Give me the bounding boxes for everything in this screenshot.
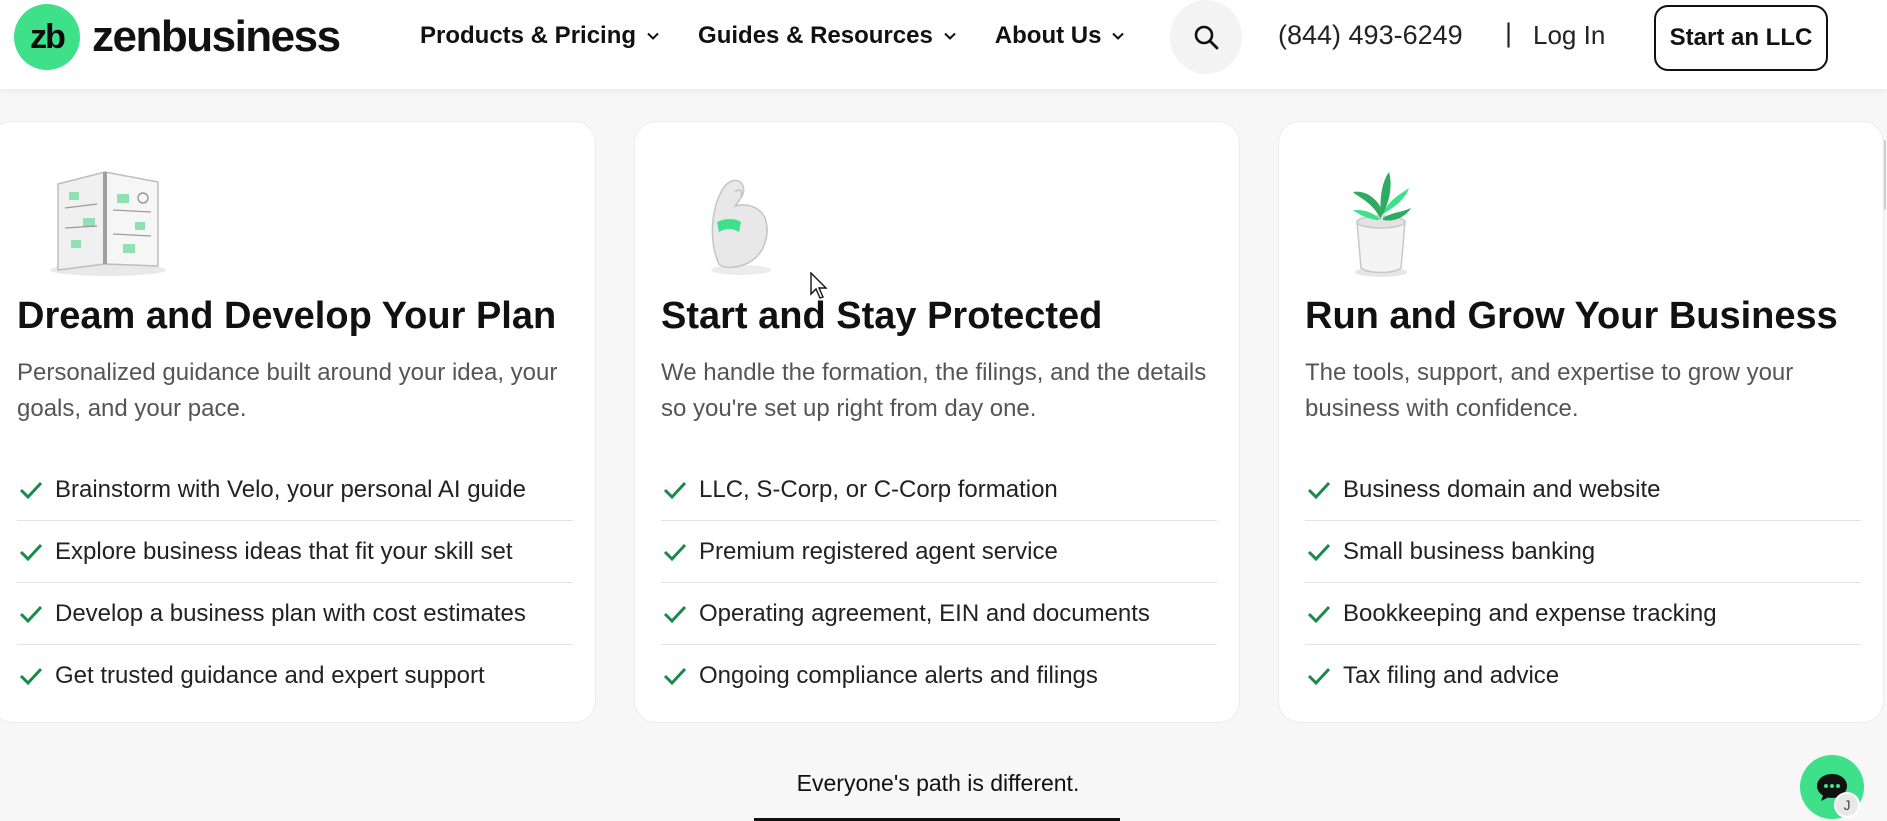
list-item: Operating agreement, EIN and documents: [661, 583, 1217, 645]
checkmark-icon: [19, 605, 43, 623]
nav-guides-resources[interactable]: Guides & Resources: [698, 22, 957, 50]
phone-link[interactable]: (844) 493-6249: [1278, 20, 1463, 51]
checkmark-icon: [663, 543, 687, 561]
list-item: Premium registered agent service: [661, 521, 1217, 583]
feature-text: Bookkeeping and expense tracking: [1343, 599, 1717, 627]
checkmark-icon: [1307, 481, 1331, 499]
feature-list: Brainstorm with Velo, your personal AI g…: [17, 459, 573, 707]
feature-text: Small business banking: [1343, 537, 1596, 565]
checkmark-icon: [1307, 667, 1331, 686]
feature-text: LLC, S-Corp, or C-Corp formation: [699, 475, 1058, 503]
chevron-down-icon: [944, 32, 956, 40]
feature-text: Tax filing and advice: [1343, 662, 1560, 689]
list-item: Ongoing compliance alerts and filings: [661, 645, 1217, 707]
chat-agent-avatar: J: [1834, 792, 1860, 818]
site-header: zb zenbusiness Products & Pricing Guides…: [0, 0, 1887, 89]
nav-label: About Us: [994, 22, 1102, 49]
start-llc-button[interactable]: Start an LLC: [1654, 5, 1828, 71]
card-description: The tools, support, and expertise to gro…: [1305, 359, 1794, 422]
checkmark-icon: [1307, 543, 1331, 561]
nav-about-us[interactable]: About Us: [995, 22, 1126, 50]
card-title: Run and Grow Your Business: [1305, 295, 1838, 337]
list-item: Develop a business plan with cost estima…: [17, 583, 573, 645]
feature-list: Business domain and website Small busine…: [1305, 459, 1861, 707]
feature-text: Explore business ideas that fit your ski…: [55, 537, 513, 565]
feature-text: Get trusted guidance and expert support: [55, 662, 485, 689]
list-item: Bookkeeping and expense tracking: [1305, 583, 1861, 645]
checkmark-icon: [19, 543, 43, 561]
card-dream-develop: Dream and Develop Your Plan Personalized…: [0, 121, 596, 723]
checkmark-icon: [19, 481, 43, 499]
feature-text: Premium registered agent service: [699, 537, 1058, 565]
nav-products-pricing[interactable]: Products & Pricing: [420, 22, 660, 50]
feature-text: Business domain and website: [1343, 475, 1661, 503]
list-item: LLC, S-Corp, or C-Corp formation: [661, 459, 1217, 521]
main-nav: Products & Pricing Guides & Resources Ab…: [420, 22, 1163, 50]
card-title: Dream and Develop Your Plan: [17, 295, 557, 337]
list-item: Explore business ideas that fit your ski…: [17, 521, 573, 583]
card-description: We handle the formation, the filings, an…: [661, 359, 1207, 422]
feature-list: LLC, S-Corp, or C-Corp formation Premium…: [661, 459, 1217, 707]
card-start-protected: Start and Stay Protected We handle the f…: [634, 121, 1240, 723]
search-icon: [1194, 25, 1219, 50]
list-item: Get trusted guidance and expert support: [17, 645, 573, 707]
nav-label: Guides & Resources: [698, 22, 933, 49]
feature-text: Ongoing compliance alerts and filings: [699, 662, 1098, 689]
feature-text: Brainstorm with Velo, your personal AI g…: [55, 475, 526, 503]
header-divider: |: [1505, 18, 1513, 48]
search-button[interactable]: [1170, 0, 1242, 74]
logo-mark: zb: [14, 4, 80, 70]
chevron-down-icon: [647, 32, 659, 40]
list-item: Tax filing and advice: [1305, 645, 1861, 707]
checkmark-icon: [663, 481, 687, 499]
list-item: Business domain and website: [1305, 459, 1861, 521]
feature-text: Operating agreement, EIN and documents: [699, 599, 1150, 627]
card-title: Start and Stay Protected: [661, 295, 1103, 337]
chevron-down-icon: [1112, 32, 1125, 40]
mouse-cursor-icon: [810, 272, 828, 299]
potted-plant-icon: [1353, 172, 1411, 277]
checkmark-icon: [663, 667, 687, 686]
flexed-arm-icon: [711, 179, 771, 275]
checkmark-icon: [1307, 605, 1331, 623]
feature-text: Develop a business plan with cost estima…: [55, 599, 526, 627]
section-tagline: Everyone's path is different.: [796, 770, 1080, 796]
card-run-grow: Run and Grow Your Business The tools, su…: [1278, 121, 1884, 723]
checkmark-icon: [663, 605, 687, 623]
checkmark-icon: [19, 667, 43, 686]
notebook-icon: [50, 171, 166, 276]
zenbusiness-logo[interactable]: zb zenbusiness: [14, 4, 341, 70]
nav-label: Products & Pricing: [420, 22, 637, 49]
list-item: Brainstorm with Velo, your personal AI g…: [17, 459, 573, 521]
logo-wordmark: zenbusiness: [92, 12, 341, 61]
login-link[interactable]: Log In: [1533, 20, 1605, 51]
card-description: Personalized guidance built around your …: [17, 359, 558, 422]
list-item: Small business banking: [1305, 521, 1861, 583]
